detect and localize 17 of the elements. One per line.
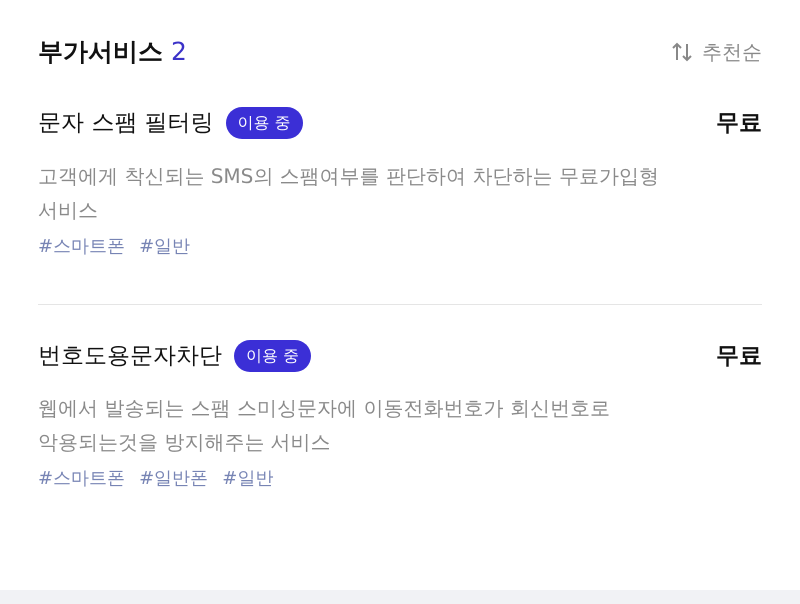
service-name: 문자 스팸 필터링: [38, 109, 214, 138]
service-count: 2: [171, 36, 187, 68]
tag-link[interactable]: #스마트폰: [38, 465, 126, 492]
service-description: 웹에서 발송되는 스팸 스미싱문자에 이동전화번호가 회신번호로 악용되는것을 방지해주는 서비스: [38, 395, 611, 456]
service-name: 번호도용문자차단: [38, 342, 222, 370]
price-label: 무료: [716, 109, 762, 138]
section-title: 부가서비스: [38, 36, 163, 68]
sort-icon: [670, 40, 694, 64]
tag-link[interactable]: #스마트폰: [38, 232, 126, 260]
status-badge: 이용 중: [226, 107, 303, 140]
tag-link[interactable]: #일반폰: [139, 465, 208, 492]
price-label: 무료: [716, 342, 762, 370]
tag-link[interactable]: #일반: [139, 232, 190, 260]
sort-button[interactable]: 추천순: [670, 37, 762, 67]
service-description: 고객에게 착신되는 SMS의 스팸여부를 판단하여 차단하는 무료가입형 서비스: [38, 162, 660, 224]
status-badge: 이용 중: [234, 340, 312, 372]
tag-link[interactable]: #일반: [222, 465, 274, 492]
